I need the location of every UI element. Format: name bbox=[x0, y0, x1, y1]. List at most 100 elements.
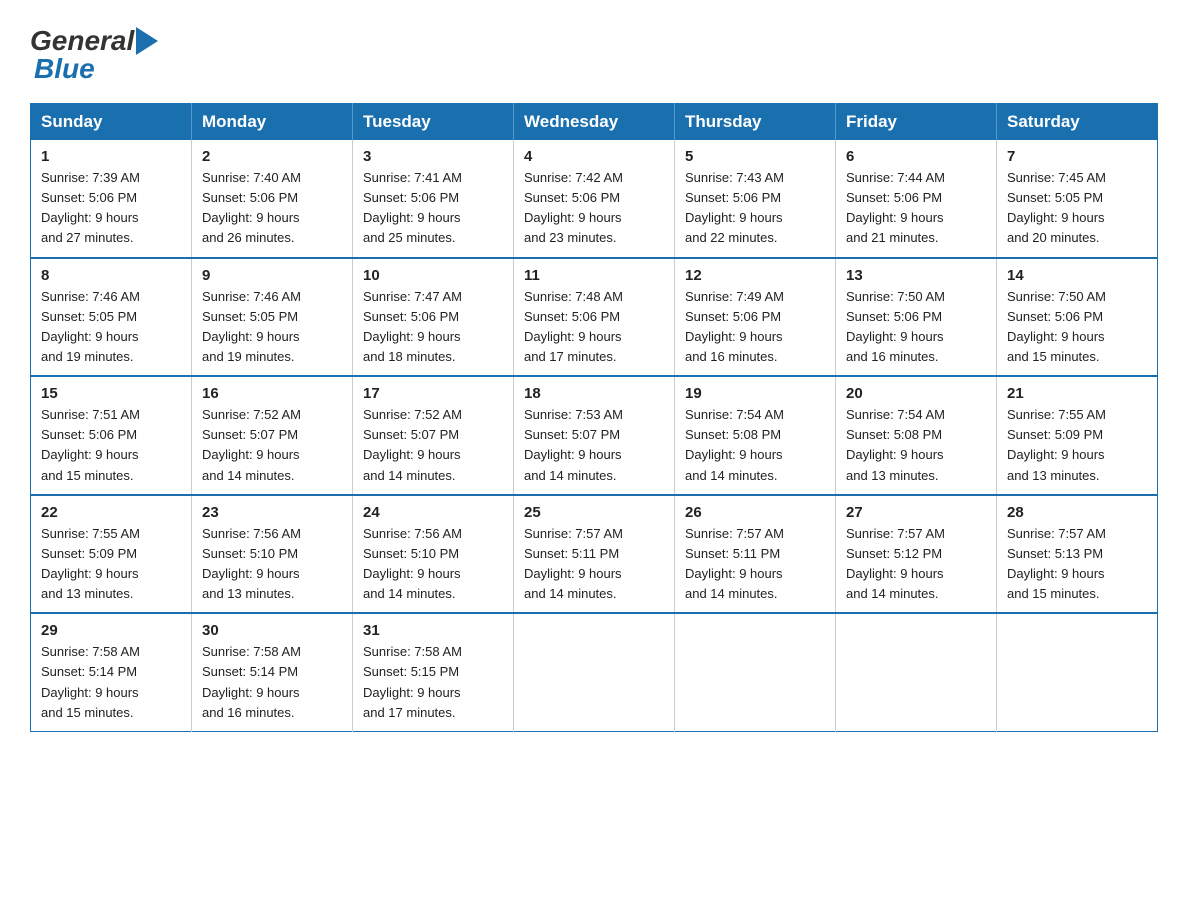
day-info: Sunrise: 7:42 AMSunset: 5:06 PMDaylight:… bbox=[524, 170, 623, 245]
day-info: Sunrise: 7:50 AMSunset: 5:06 PMDaylight:… bbox=[846, 289, 945, 364]
day-number: 18 bbox=[524, 385, 664, 402]
day-info: Sunrise: 7:51 AMSunset: 5:06 PMDaylight:… bbox=[41, 407, 140, 482]
col-thursday: Thursday bbox=[675, 104, 836, 141]
calendar-week-row: 22 Sunrise: 7:55 AMSunset: 5:09 PMDaylig… bbox=[31, 495, 1158, 614]
day-number: 17 bbox=[363, 385, 503, 402]
calendar-cell: 14 Sunrise: 7:50 AMSunset: 5:06 PMDaylig… bbox=[997, 258, 1158, 377]
calendar-cell: 31 Sunrise: 7:58 AMSunset: 5:15 PMDaylig… bbox=[353, 613, 514, 731]
day-number: 12 bbox=[685, 267, 825, 284]
calendar-cell: 11 Sunrise: 7:48 AMSunset: 5:06 PMDaylig… bbox=[514, 258, 675, 377]
day-number: 13 bbox=[846, 267, 986, 284]
day-number: 19 bbox=[685, 385, 825, 402]
day-number: 2 bbox=[202, 148, 342, 165]
page-header: General Blue bbox=[30, 20, 1158, 85]
day-info: Sunrise: 7:47 AMSunset: 5:06 PMDaylight:… bbox=[363, 289, 462, 364]
day-number: 23 bbox=[202, 504, 342, 521]
calendar-cell: 29 Sunrise: 7:58 AMSunset: 5:14 PMDaylig… bbox=[31, 613, 192, 731]
day-number: 26 bbox=[685, 504, 825, 521]
header-row: Sunday Monday Tuesday Wednesday Thursday… bbox=[31, 104, 1158, 141]
calendar-cell: 25 Sunrise: 7:57 AMSunset: 5:11 PMDaylig… bbox=[514, 495, 675, 614]
day-info: Sunrise: 7:54 AMSunset: 5:08 PMDaylight:… bbox=[685, 407, 784, 482]
day-info: Sunrise: 7:56 AMSunset: 5:10 PMDaylight:… bbox=[202, 526, 301, 601]
day-number: 25 bbox=[524, 504, 664, 521]
day-info: Sunrise: 7:48 AMSunset: 5:06 PMDaylight:… bbox=[524, 289, 623, 364]
calendar-cell: 30 Sunrise: 7:58 AMSunset: 5:14 PMDaylig… bbox=[192, 613, 353, 731]
day-info: Sunrise: 7:57 AMSunset: 5:13 PMDaylight:… bbox=[1007, 526, 1106, 601]
day-number: 27 bbox=[846, 504, 986, 521]
calendar-cell bbox=[675, 613, 836, 731]
day-number: 5 bbox=[685, 148, 825, 165]
day-info: Sunrise: 7:56 AMSunset: 5:10 PMDaylight:… bbox=[363, 526, 462, 601]
day-number: 29 bbox=[41, 622, 181, 639]
col-tuesday: Tuesday bbox=[353, 104, 514, 141]
col-wednesday: Wednesday bbox=[514, 104, 675, 141]
col-sunday: Sunday bbox=[31, 104, 192, 141]
day-info: Sunrise: 7:39 AMSunset: 5:06 PMDaylight:… bbox=[41, 170, 140, 245]
day-number: 31 bbox=[363, 622, 503, 639]
day-number: 22 bbox=[41, 504, 181, 521]
day-number: 3 bbox=[363, 148, 503, 165]
day-info: Sunrise: 7:45 AMSunset: 5:05 PMDaylight:… bbox=[1007, 170, 1106, 245]
day-info: Sunrise: 7:55 AMSunset: 5:09 PMDaylight:… bbox=[1007, 407, 1106, 482]
calendar-cell: 6 Sunrise: 7:44 AMSunset: 5:06 PMDayligh… bbox=[836, 140, 997, 258]
logo-blue-line: Blue bbox=[30, 53, 95, 85]
day-info: Sunrise: 7:58 AMSunset: 5:15 PMDaylight:… bbox=[363, 644, 462, 719]
day-number: 8 bbox=[41, 267, 181, 284]
calendar-cell: 10 Sunrise: 7:47 AMSunset: 5:06 PMDaylig… bbox=[353, 258, 514, 377]
col-monday: Monday bbox=[192, 104, 353, 141]
day-number: 10 bbox=[363, 267, 503, 284]
calendar-cell bbox=[514, 613, 675, 731]
col-saturday: Saturday bbox=[997, 104, 1158, 141]
day-number: 16 bbox=[202, 385, 342, 402]
day-info: Sunrise: 7:58 AMSunset: 5:14 PMDaylight:… bbox=[202, 644, 301, 719]
day-number: 28 bbox=[1007, 504, 1147, 521]
day-number: 1 bbox=[41, 148, 181, 165]
day-info: Sunrise: 7:57 AMSunset: 5:12 PMDaylight:… bbox=[846, 526, 945, 601]
day-number: 11 bbox=[524, 267, 664, 284]
day-info: Sunrise: 7:43 AMSunset: 5:06 PMDaylight:… bbox=[685, 170, 784, 245]
calendar-week-row: 15 Sunrise: 7:51 AMSunset: 5:06 PMDaylig… bbox=[31, 376, 1158, 495]
day-info: Sunrise: 7:55 AMSunset: 5:09 PMDaylight:… bbox=[41, 526, 140, 601]
day-info: Sunrise: 7:46 AMSunset: 5:05 PMDaylight:… bbox=[202, 289, 301, 364]
day-number: 7 bbox=[1007, 148, 1147, 165]
calendar-cell: 7 Sunrise: 7:45 AMSunset: 5:05 PMDayligh… bbox=[997, 140, 1158, 258]
calendar-cell: 27 Sunrise: 7:57 AMSunset: 5:12 PMDaylig… bbox=[836, 495, 997, 614]
calendar-cell: 17 Sunrise: 7:52 AMSunset: 5:07 PMDaylig… bbox=[353, 376, 514, 495]
day-info: Sunrise: 7:49 AMSunset: 5:06 PMDaylight:… bbox=[685, 289, 784, 364]
calendar-cell: 21 Sunrise: 7:55 AMSunset: 5:09 PMDaylig… bbox=[997, 376, 1158, 495]
calendar-cell: 16 Sunrise: 7:52 AMSunset: 5:07 PMDaylig… bbox=[192, 376, 353, 495]
calendar-week-row: 8 Sunrise: 7:46 AMSunset: 5:05 PMDayligh… bbox=[31, 258, 1158, 377]
logo-blue-text2: Blue bbox=[34, 53, 95, 84]
calendar-cell bbox=[997, 613, 1158, 731]
day-info: Sunrise: 7:54 AMSunset: 5:08 PMDaylight:… bbox=[846, 407, 945, 482]
calendar-week-row: 1 Sunrise: 7:39 AMSunset: 5:06 PMDayligh… bbox=[31, 140, 1158, 258]
calendar-cell: 18 Sunrise: 7:53 AMSunset: 5:07 PMDaylig… bbox=[514, 376, 675, 495]
day-number: 4 bbox=[524, 148, 664, 165]
calendar-cell: 8 Sunrise: 7:46 AMSunset: 5:05 PMDayligh… bbox=[31, 258, 192, 377]
calendar-body: 1 Sunrise: 7:39 AMSunset: 5:06 PMDayligh… bbox=[31, 140, 1158, 731]
day-number: 21 bbox=[1007, 385, 1147, 402]
day-info: Sunrise: 7:41 AMSunset: 5:06 PMDaylight:… bbox=[363, 170, 462, 245]
calendar-cell: 5 Sunrise: 7:43 AMSunset: 5:06 PMDayligh… bbox=[675, 140, 836, 258]
calendar-cell: 19 Sunrise: 7:54 AMSunset: 5:08 PMDaylig… bbox=[675, 376, 836, 495]
calendar-cell: 15 Sunrise: 7:51 AMSunset: 5:06 PMDaylig… bbox=[31, 376, 192, 495]
logo-arrow-icon bbox=[136, 27, 158, 55]
day-info: Sunrise: 7:46 AMSunset: 5:05 PMDaylight:… bbox=[41, 289, 140, 364]
calendar-cell: 26 Sunrise: 7:57 AMSunset: 5:11 PMDaylig… bbox=[675, 495, 836, 614]
day-number: 6 bbox=[846, 148, 986, 165]
day-info: Sunrise: 7:58 AMSunset: 5:14 PMDaylight:… bbox=[41, 644, 140, 719]
day-number: 9 bbox=[202, 267, 342, 284]
day-info: Sunrise: 7:52 AMSunset: 5:07 PMDaylight:… bbox=[363, 407, 462, 482]
calendar-cell: 1 Sunrise: 7:39 AMSunset: 5:06 PMDayligh… bbox=[31, 140, 192, 258]
calendar-week-row: 29 Sunrise: 7:58 AMSunset: 5:14 PMDaylig… bbox=[31, 613, 1158, 731]
day-info: Sunrise: 7:44 AMSunset: 5:06 PMDaylight:… bbox=[846, 170, 945, 245]
calendar-cell: 28 Sunrise: 7:57 AMSunset: 5:13 PMDaylig… bbox=[997, 495, 1158, 614]
calendar-cell: 9 Sunrise: 7:46 AMSunset: 5:05 PMDayligh… bbox=[192, 258, 353, 377]
day-info: Sunrise: 7:52 AMSunset: 5:07 PMDaylight:… bbox=[202, 407, 301, 482]
day-number: 14 bbox=[1007, 267, 1147, 284]
day-info: Sunrise: 7:57 AMSunset: 5:11 PMDaylight:… bbox=[685, 526, 784, 601]
calendar-cell: 24 Sunrise: 7:56 AMSunset: 5:10 PMDaylig… bbox=[353, 495, 514, 614]
calendar-table: Sunday Monday Tuesday Wednesday Thursday… bbox=[30, 103, 1158, 732]
calendar-cell: 20 Sunrise: 7:54 AMSunset: 5:08 PMDaylig… bbox=[836, 376, 997, 495]
day-number: 24 bbox=[363, 504, 503, 521]
